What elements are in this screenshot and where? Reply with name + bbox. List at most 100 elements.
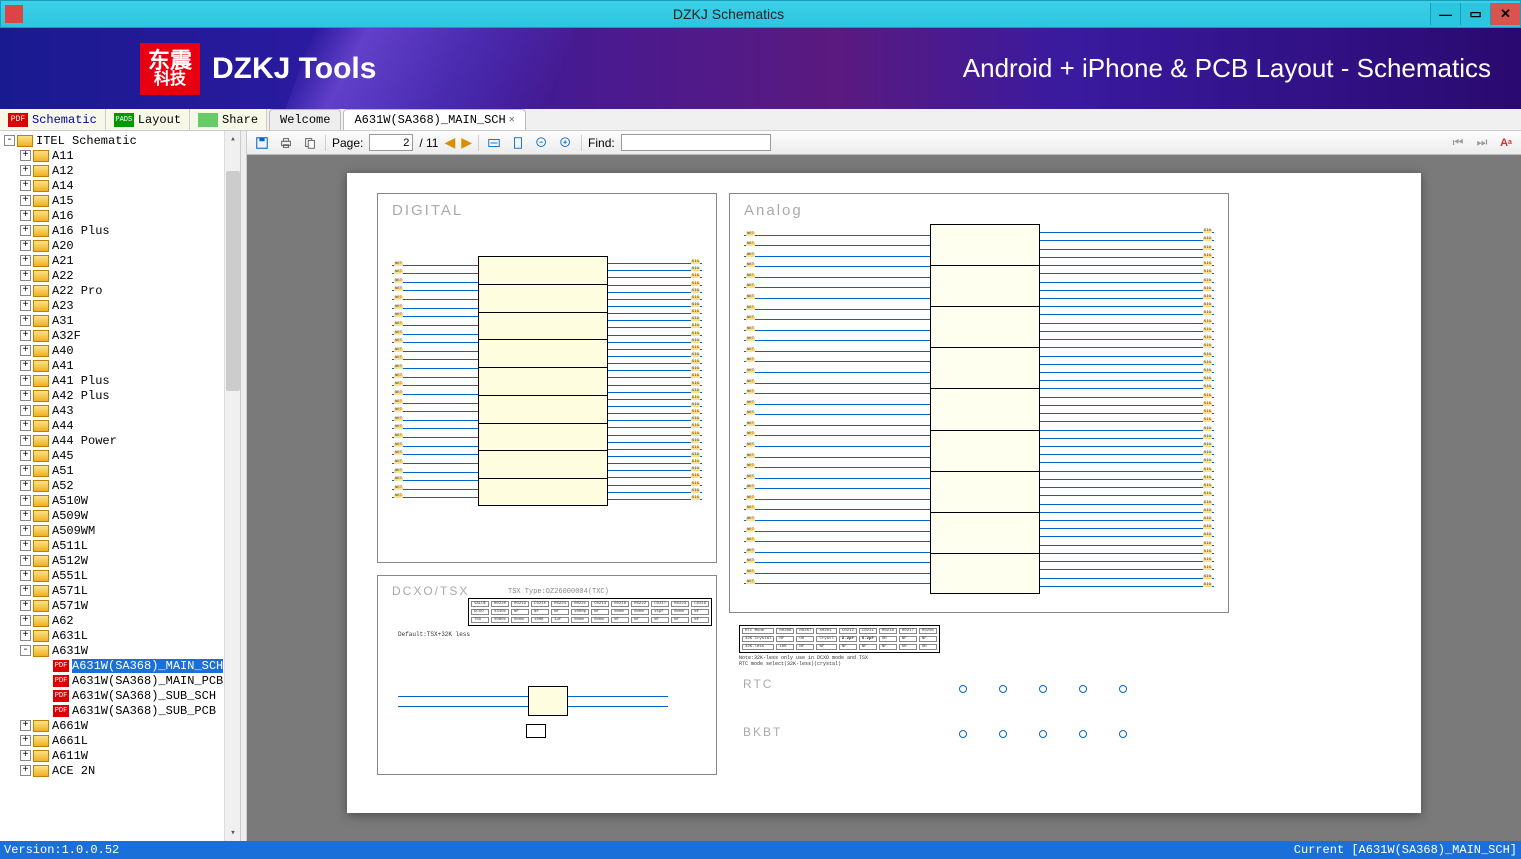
expand-icon[interactable]: + (20, 285, 31, 296)
fit-width-icon[interactable] (485, 134, 503, 152)
tree-item[interactable]: +A611W (0, 748, 240, 763)
tree-item[interactable]: +A51 (0, 463, 240, 478)
tree-item[interactable]: +A43 (0, 403, 240, 418)
expand-icon[interactable]: + (20, 765, 31, 776)
expand-icon[interactable]: + (20, 210, 31, 221)
expand-icon[interactable]: + (20, 165, 31, 176)
tree-item[interactable]: -ITEL Schematic (0, 133, 240, 148)
tree-item[interactable]: +ACE 2N (0, 763, 240, 778)
expand-icon[interactable]: + (20, 465, 31, 476)
expand-icon[interactable]: + (20, 720, 31, 731)
tree-item[interactable]: +A571W (0, 598, 240, 613)
tree-item[interactable]: +A20 (0, 238, 240, 253)
print-icon[interactable] (277, 134, 295, 152)
save-icon[interactable] (253, 134, 271, 152)
viewer-content[interactable]: DIGITAL /*wires drawn below*/ NETNETNETN… (247, 155, 1521, 841)
expand-icon[interactable]: + (20, 450, 31, 461)
expand-icon[interactable]: + (20, 735, 31, 746)
expand-icon[interactable]: + (20, 435, 31, 446)
tree-item[interactable]: +A16 Plus (0, 223, 240, 238)
collapse-icon[interactable]: - (4, 135, 15, 146)
tree-item[interactable]: +A21 (0, 253, 240, 268)
tree-item[interactable]: +A11 (0, 148, 240, 163)
expand-icon[interactable]: + (20, 405, 31, 416)
doc-tab-welcome[interactable]: Welcome (269, 109, 341, 130)
expand-icon[interactable]: + (20, 180, 31, 191)
tree-item[interactable]: +A44 (0, 418, 240, 433)
tree-item[interactable]: +A16 (0, 208, 240, 223)
expand-icon[interactable]: + (20, 315, 31, 326)
text-tool-icon[interactable]: Aa (1497, 134, 1515, 152)
expand-icon[interactable]: + (20, 750, 31, 761)
tree-item[interactable]: +A661L (0, 733, 240, 748)
tree-item[interactable]: +A15 (0, 193, 240, 208)
tree-item[interactable]: +A32F (0, 328, 240, 343)
copy-icon[interactable] (301, 134, 319, 152)
expand-icon[interactable]: + (20, 615, 31, 626)
tree-item[interactable]: PDFA631W(SA368)_SUB_SCH (0, 688, 240, 703)
expand-icon[interactable]: + (20, 510, 31, 521)
scroll-up-icon[interactable]: ▴ (225, 131, 241, 147)
minimize-button[interactable]: — (1430, 3, 1460, 25)
tree-item[interactable]: +A23 (0, 298, 240, 313)
expand-icon[interactable]: + (20, 240, 31, 251)
tree-item[interactable]: +A62 (0, 613, 240, 628)
tree-item[interactable]: +A45 (0, 448, 240, 463)
find-prev-icon[interactable]: ⏮ (1449, 134, 1467, 152)
tree-item[interactable]: +A40 (0, 343, 240, 358)
maximize-button[interactable]: ▭ (1460, 3, 1490, 25)
tree-item[interactable]: +A551L (0, 568, 240, 583)
expand-icon[interactable]: + (20, 270, 31, 281)
tree-item[interactable]: +A509WM (0, 523, 240, 538)
expand-icon[interactable]: + (20, 585, 31, 596)
tree-item[interactable]: +A661W (0, 718, 240, 733)
tree-item[interactable]: +A41 Plus (0, 373, 240, 388)
tree-item[interactable]: +A44 Power (0, 433, 240, 448)
find-input[interactable] (621, 134, 771, 151)
next-page-icon[interactable]: ▶ (461, 134, 472, 151)
scroll-thumb[interactable] (226, 171, 240, 391)
tree-item[interactable]: +A631L (0, 628, 240, 643)
expand-icon[interactable]: + (20, 525, 31, 536)
tree-scrollbar[interactable]: ▴ ▾ (224, 131, 240, 841)
tree-item[interactable]: -A631W (0, 643, 240, 658)
tree-item[interactable]: +A12 (0, 163, 240, 178)
tree-item[interactable]: +A14 (0, 178, 240, 193)
tree-item[interactable]: +A22 Pro (0, 283, 240, 298)
expand-icon[interactable]: + (20, 570, 31, 581)
tree-item[interactable]: PDFA631W(SA368)_SUB_PCB (0, 703, 240, 718)
tree-item[interactable]: +A31 (0, 313, 240, 328)
prev-page-icon[interactable]: ◀ (444, 134, 455, 151)
tab-schematic[interactable]: PDF Schematic (0, 109, 106, 130)
scroll-down-icon[interactable]: ▾ (225, 825, 241, 841)
expand-icon[interactable]: + (20, 495, 31, 506)
tab-share[interactable]: Share (190, 109, 267, 130)
tree-panel[interactable]: -ITEL Schematic+A11+A12+A14+A15+A16+A16 … (0, 131, 241, 841)
tree-item[interactable]: PDFA631W(SA368)_MAIN_PCB (0, 673, 240, 688)
tree-item[interactable]: +A41 (0, 358, 240, 373)
close-button[interactable]: ✕ (1490, 3, 1520, 25)
expand-icon[interactable]: + (20, 420, 31, 431)
expand-icon[interactable]: + (20, 330, 31, 341)
expand-icon[interactable]: + (20, 630, 31, 641)
collapse-icon[interactable]: - (20, 645, 31, 656)
expand-icon[interactable]: + (20, 150, 31, 161)
expand-icon[interactable]: + (20, 540, 31, 551)
tree-item[interactable]: +A511L (0, 538, 240, 553)
tree-item[interactable]: +A42 Plus (0, 388, 240, 403)
close-icon[interactable]: ✕ (509, 114, 515, 126)
zoom-in-icon[interactable] (557, 134, 575, 152)
expand-icon[interactable]: + (20, 600, 31, 611)
doc-tab-schematic[interactable]: A631W(SA368)_MAIN_SCH ✕ (343, 109, 525, 130)
find-next-icon[interactable]: ⏭ (1473, 134, 1491, 152)
tab-layout[interactable]: PADS Layout (106, 109, 190, 130)
tree-item[interactable]: +A22 (0, 268, 240, 283)
tree-item[interactable]: +A52 (0, 478, 240, 493)
tree-item[interactable]: +A512W (0, 553, 240, 568)
expand-icon[interactable]: + (20, 360, 31, 371)
tree-item[interactable]: +A509W (0, 508, 240, 523)
page-input[interactable] (369, 134, 413, 151)
fit-page-icon[interactable] (509, 134, 527, 152)
zoom-out-icon[interactable] (533, 134, 551, 152)
expand-icon[interactable]: + (20, 375, 31, 386)
